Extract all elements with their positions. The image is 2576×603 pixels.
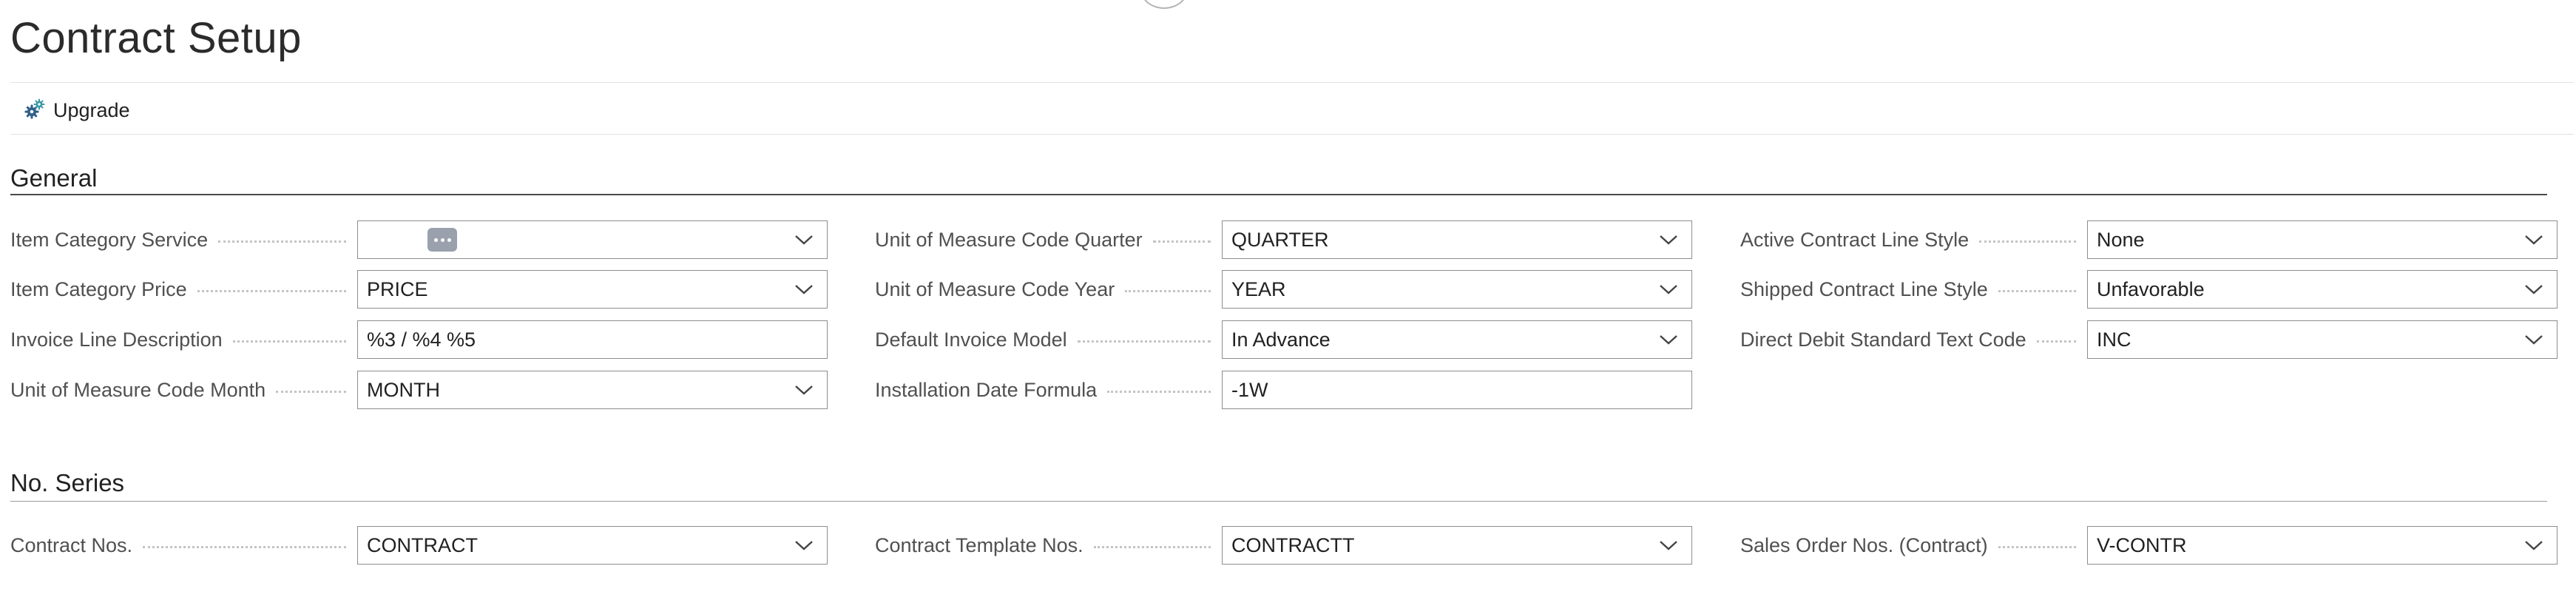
field-unit-of-measure-code-year: Unit of Measure Code Year YEAR [875, 270, 1692, 309]
field-contract-template-nos: Contract Template Nos. CONTRACTT [875, 526, 1692, 565]
top-handle[interactable] [1140, 0, 1188, 9]
chevron-down-icon[interactable] [2517, 272, 2551, 306]
upgrade-label: Upgrade [53, 98, 130, 121]
active-contract-line-style-input[interactable]: None [2087, 220, 2558, 259]
field-label: Shipped Contract Line Style [1740, 270, 2080, 309]
field-label: Invoice Line Description [10, 320, 351, 359]
item-category-price-input[interactable]: PRICE [357, 270, 828, 309]
chevron-down-icon[interactable] [787, 528, 821, 562]
field-invoice-line-description: Invoice Line Description %3 / %4 %5 [10, 320, 828, 359]
upgrade-button[interactable]: Upgrade [10, 92, 143, 129]
field-label: Unit of Measure Code Year [875, 270, 1215, 309]
field-label: Unit of Measure Code Quarter [875, 220, 1215, 259]
field-installation-date-formula: Installation Date Formula -1W [875, 371, 1692, 409]
field-label: Active Contract Line Style [1740, 220, 2080, 259]
chevron-down-icon[interactable] [1652, 528, 1686, 562]
gears-icon [24, 98, 46, 124]
item-category-service-input[interactable] [357, 220, 828, 259]
ellipsis-icon[interactable] [427, 228, 457, 252]
sales-order-nos-contract-input[interactable]: V-CONTR [2087, 526, 2558, 565]
unit-of-measure-code-year-input[interactable]: YEAR [1222, 270, 1692, 309]
action-bar: Upgrade [10, 86, 143, 135]
contract-template-nos-input[interactable]: CONTRACTT [1222, 526, 1692, 565]
section-title-general[interactable]: General [10, 162, 97, 195]
field-label: Unit of Measure Code Month [10, 371, 351, 409]
unit-of-measure-code-quarter-input[interactable]: QUARTER [1222, 220, 1692, 259]
unit-of-measure-code-month-input[interactable]: MONTH [357, 371, 828, 409]
field-contract-nos: Contract Nos. CONTRACT [10, 526, 828, 565]
chevron-down-icon[interactable] [787, 272, 821, 306]
field-item-category-price: Item Category Price PRICE [10, 270, 828, 309]
field-item-category-service: Item Category Service [10, 220, 828, 259]
shipped-contract-line-style-input[interactable]: Unfavorable [2087, 270, 2558, 309]
page-title: Contract Setup [10, 14, 302, 62]
contract-setup-page: Contract Setup Upgrade General Item Cate… [0, 0, 2576, 603]
divider [10, 134, 2574, 135]
field-label: Installation Date Formula [875, 371, 1215, 409]
field-label: Contract Template Nos. [875, 526, 1215, 565]
chevron-down-icon[interactable] [2517, 223, 2551, 257]
chevron-down-icon[interactable] [2517, 323, 2551, 357]
direct-debit-standard-text-code-input[interactable]: INC [2087, 320, 2558, 359]
field-label: Default Invoice Model [875, 320, 1215, 359]
chevron-down-icon[interactable] [1652, 223, 1686, 257]
invoice-line-description-input[interactable]: %3 / %4 %5 [357, 320, 828, 359]
chevron-down-icon[interactable] [787, 223, 821, 257]
field-shipped-contract-line-style: Shipped Contract Line Style Unfavorable [1740, 270, 2558, 309]
chevron-down-icon[interactable] [1652, 272, 1686, 306]
field-label: Direct Debit Standard Text Code [1740, 320, 2080, 359]
field-unit-of-measure-code-quarter: Unit of Measure Code Quarter QUARTER [875, 220, 1692, 259]
field-active-contract-line-style: Active Contract Line Style None [1740, 220, 2558, 259]
chevron-down-icon[interactable] [787, 373, 821, 407]
field-unit-of-measure-code-month: Unit of Measure Code Month MONTH [10, 371, 828, 409]
chevron-down-icon[interactable] [2517, 528, 2551, 562]
section-title-no-series[interactable]: No. Series [10, 467, 124, 499]
field-label: Item Category Price [10, 270, 351, 309]
section-underline [10, 194, 2547, 195]
field-label: Contract Nos. [10, 526, 351, 565]
default-invoice-model-input[interactable]: In Advance [1222, 320, 1692, 359]
field-direct-debit-standard-text-code: Direct Debit Standard Text Code INC [1740, 320, 2558, 359]
divider [10, 82, 2574, 83]
field-default-invoice-model: Default Invoice Model In Advance [875, 320, 1692, 359]
contract-nos-input[interactable]: CONTRACT [357, 526, 828, 565]
section-underline [10, 501, 2547, 502]
field-label: Item Category Service [10, 220, 351, 259]
field-label: Sales Order Nos. (Contract) [1740, 526, 2080, 565]
field-sales-order-nos-contract: Sales Order Nos. (Contract) V-CONTR [1740, 526, 2558, 565]
installation-date-formula-input[interactable]: -1W [1222, 371, 1692, 409]
chevron-down-icon[interactable] [1652, 323, 1686, 357]
